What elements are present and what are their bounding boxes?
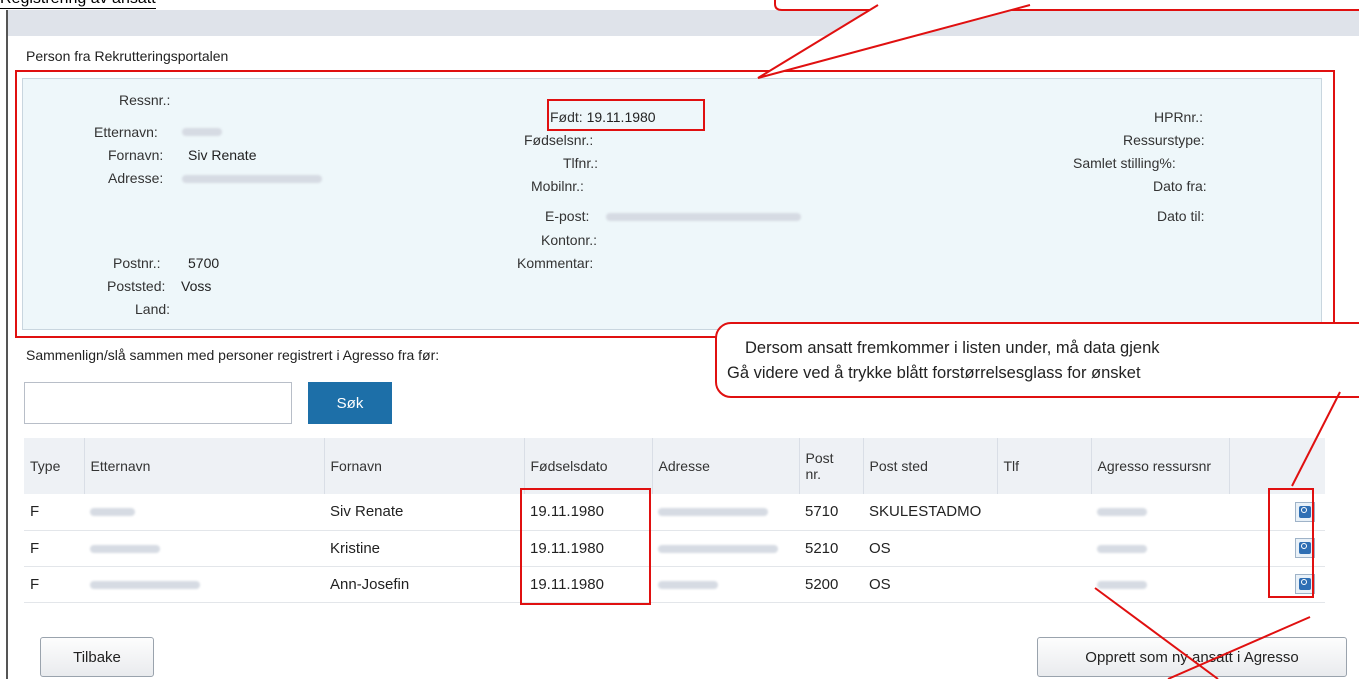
results-table: Type Etternavn Fornavn Fødselsdato Adres… bbox=[24, 438, 1325, 603]
top-callout-fragment bbox=[774, 0, 1359, 11]
cell-type: F bbox=[24, 530, 84, 567]
cell-etternavn-redacted bbox=[84, 494, 324, 531]
title-bar bbox=[8, 10, 1359, 36]
annotation-dates-highlight bbox=[520, 488, 651, 605]
cell-tlf bbox=[997, 566, 1091, 603]
col-adresse[interactable]: Adresse bbox=[652, 438, 800, 494]
section-title: Person fra Rekrutteringsportalen bbox=[26, 48, 229, 64]
col-postnr-line1: Post bbox=[805, 450, 834, 466]
col-etternavn[interactable]: Etternavn bbox=[84, 438, 325, 494]
cell-tlf bbox=[997, 530, 1091, 567]
col-tlf[interactable]: Tlf bbox=[997, 438, 1092, 494]
col-fodselsdato[interactable]: Fødselsdato bbox=[524, 438, 653, 494]
col-postnr-line2: nr. bbox=[805, 466, 822, 482]
cell-poststed: OS bbox=[863, 530, 997, 567]
cell-agresso-redacted bbox=[1091, 530, 1229, 567]
cell-fornavn: Kristine bbox=[324, 530, 524, 567]
window-border bbox=[6, 10, 8, 679]
cell-postnr: 5200 bbox=[799, 566, 863, 603]
search-input[interactable] bbox=[24, 382, 292, 424]
back-button[interactable]: Tilbake bbox=[40, 637, 154, 677]
cell-fornavn: Ann-Josefin bbox=[324, 566, 524, 603]
cell-etternavn-redacted bbox=[84, 566, 324, 603]
cell-poststed: SKULESTADMO bbox=[863, 494, 997, 531]
col-postnr[interactable]: Post nr. bbox=[799, 438, 864, 494]
annotation-fodt-highlight bbox=[547, 99, 705, 131]
cell-adresse-redacted bbox=[652, 566, 799, 603]
cell-postnr: 5210 bbox=[799, 530, 863, 567]
cell-agresso-redacted bbox=[1091, 494, 1229, 531]
cell-type: F bbox=[24, 494, 84, 531]
col-type[interactable]: Type bbox=[24, 438, 85, 494]
instruction-callout: Dersom ansatt fremkommer i listen under,… bbox=[715, 322, 1359, 398]
search-button[interactable]: Søk bbox=[308, 382, 392, 424]
cell-adresse-redacted bbox=[652, 530, 799, 567]
cell-type: F bbox=[24, 566, 84, 603]
cell-adresse-redacted bbox=[652, 494, 799, 531]
callout-line-1: Dersom ansatt fremkommer i listen under,… bbox=[745, 339, 1160, 357]
page-heading: Registrering av ansatt bbox=[0, 0, 320, 10]
cell-fornavn: Siv Renate bbox=[324, 494, 524, 531]
callout-line-2: Gå videre ved å trykke blått forstørrels… bbox=[727, 364, 1141, 382]
cell-etternavn-redacted bbox=[84, 530, 324, 567]
table-row: F Kristine 19.11.1980 5210 OS bbox=[24, 530, 1325, 567]
table-row: F Ann-Josefin 19.11.1980 5200 OS bbox=[24, 566, 1325, 603]
table-row: F Siv Renate 19.11.1980 5710 SKULESTADMO bbox=[24, 494, 1325, 531]
cell-agresso-redacted bbox=[1091, 566, 1229, 603]
annotation-magnifier-highlight bbox=[1268, 488, 1314, 598]
col-agresso[interactable]: Agresso ressursnr bbox=[1091, 438, 1230, 494]
create-new-employee-button[interactable]: Opprett som ny ansatt i Agresso bbox=[1037, 637, 1347, 677]
col-poststed[interactable]: Post sted bbox=[863, 438, 998, 494]
cell-poststed: OS bbox=[863, 566, 997, 603]
col-actions bbox=[1229, 438, 1325, 494]
cell-tlf bbox=[997, 494, 1091, 531]
compare-label: Sammenlign/slå sammen med personer regis… bbox=[26, 347, 440, 363]
cell-postnr: 5710 bbox=[799, 494, 863, 531]
table-header-row: Type Etternavn Fornavn Fødselsdato Adres… bbox=[24, 438, 1325, 494]
col-fornavn[interactable]: Fornavn bbox=[324, 438, 525, 494]
